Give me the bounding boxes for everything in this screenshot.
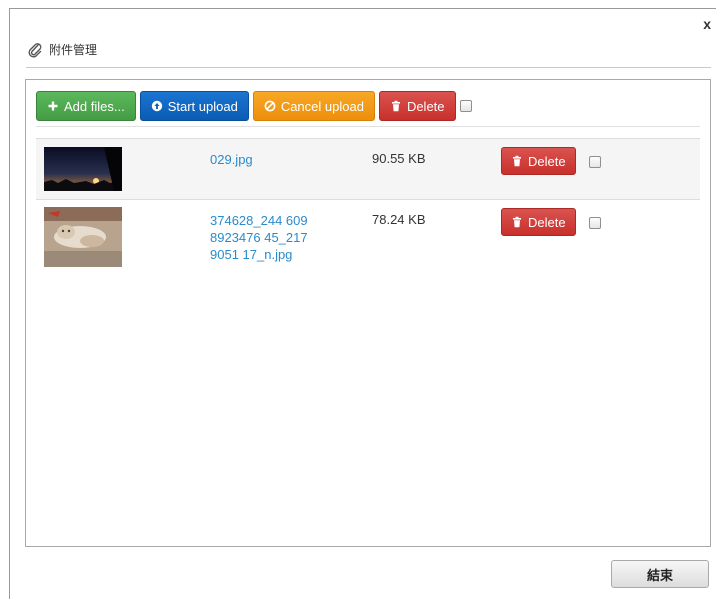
upload-circle-icon: [151, 100, 163, 112]
ban-icon: [264, 100, 276, 112]
file-thumbnail: [44, 147, 122, 191]
title-divider: [26, 67, 711, 68]
file-size: 90.55 KB: [372, 151, 426, 166]
file-select-checkbox[interactable]: [589, 217, 601, 229]
delete-all-button[interactable]: Delete: [378, 91, 456, 121]
trash-icon: [511, 216, 523, 228]
start-upload-label: Start upload: [167, 98, 238, 114]
finish-button[interactable]: 結束: [611, 560, 709, 588]
cancel-upload-button[interactable]: Cancel upload: [252, 91, 375, 121]
attachment-dialog: x 附件管理 Add files... Start upload Cancel …: [9, 8, 716, 599]
toolbar-divider: [36, 126, 700, 127]
file-size: 78.24 KB: [372, 212, 426, 227]
upload-toolbar: Add files... Start upload Cancel upload …: [36, 91, 700, 121]
start-upload-button[interactable]: Start upload: [139, 91, 249, 121]
delete-file-label: Delete: [528, 214, 566, 230]
dialog-title: 附件管理: [27, 41, 97, 58]
file-select-checkbox[interactable]: [589, 156, 601, 168]
add-files-label: Add files...: [64, 98, 125, 114]
file-row: 374628_244 6098923476 45_2179051 17_n.jp…: [36, 199, 700, 300]
delete-file-button[interactable]: Delete: [501, 147, 576, 175]
paperclip-icon: [27, 42, 43, 58]
file-thumbnail: [44, 207, 122, 267]
file-row: 029.jpg 90.55 KB Delete: [36, 138, 700, 199]
upload-panel: Add files... Start upload Cancel upload …: [25, 79, 711, 547]
plus-icon: [47, 100, 59, 112]
add-files-button[interactable]: Add files...: [36, 91, 136, 121]
delete-file-label: Delete: [528, 153, 566, 169]
delete-file-button[interactable]: Delete: [501, 208, 576, 236]
file-name-link[interactable]: 374628_244 6098923476 45_2179051 17_n.jp…: [210, 212, 310, 263]
select-all-checkbox[interactable]: [459, 100, 472, 112]
trash-icon: [511, 155, 523, 167]
close-icon[interactable]: x: [703, 16, 711, 32]
trash-icon: [390, 100, 402, 112]
delete-all-label: Delete: [406, 98, 445, 114]
file-name-link[interactable]: 029.jpg: [210, 151, 310, 168]
dialog-title-text: 附件管理: [49, 43, 98, 57]
cancel-upload-label: Cancel upload: [280, 98, 364, 114]
